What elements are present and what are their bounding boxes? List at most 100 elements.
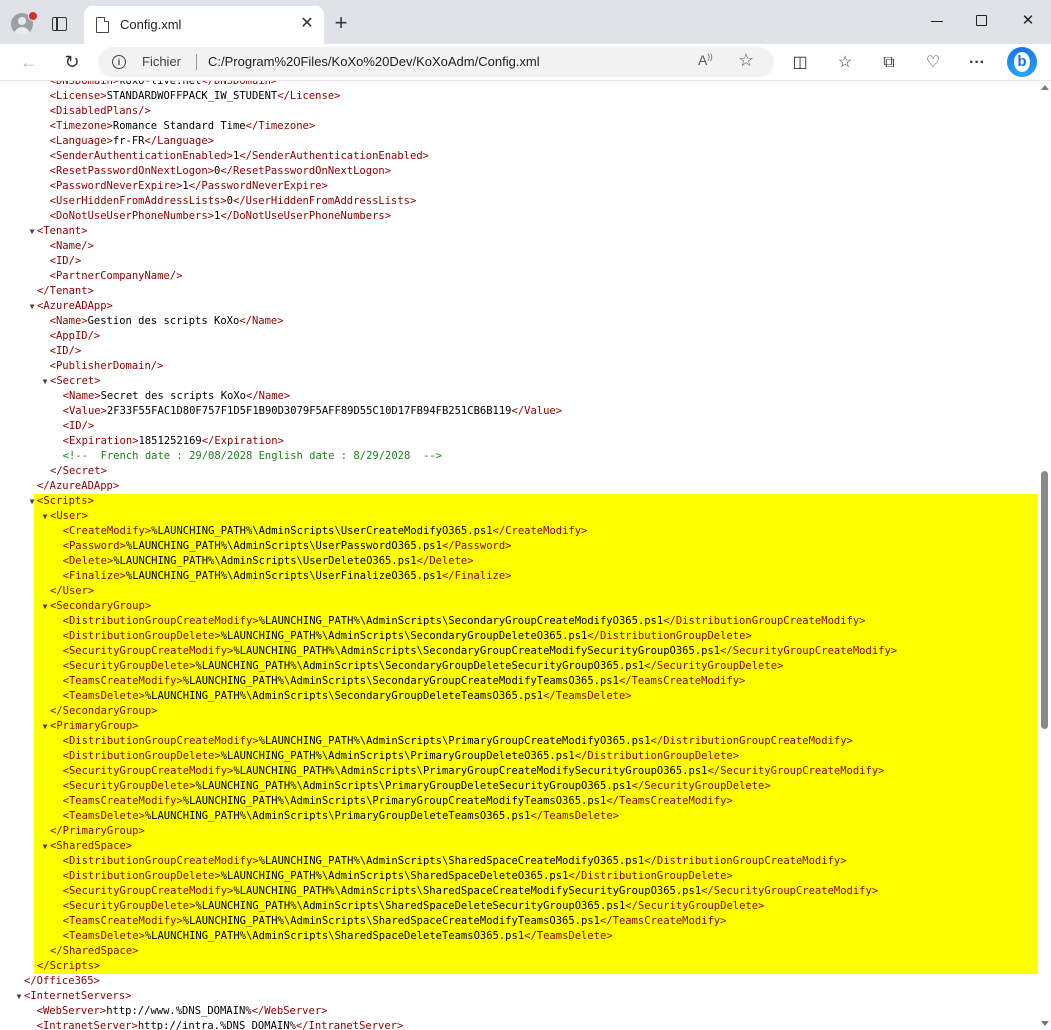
maximize-icon[interactable]	[967, 8, 997, 34]
xml-line: <WebServer>http://www.%DNS_DOMAIN%</WebS…	[0, 1004, 1036, 1019]
xml-line-text: <Value>2F33F55FAC1D80F757F1D5F1B90D3079F…	[62, 405, 563, 417]
xml-line-text: <SecurityGroupDelete>%LAUNCHING_PATH%\Ad…	[62, 900, 765, 912]
xml-line: ▼ <Secret>	[0, 374, 1036, 389]
xml-line-text: </AzureADApp>	[37, 480, 120, 492]
xml-line: <SecurityGroupCreateModify>%LAUNCHING_PA…	[0, 764, 1036, 779]
xml-line: </SecondaryGroup>	[0, 704, 1036, 719]
xml-line: <DisabledPlans/>	[0, 104, 1036, 119]
xml-line-text: <Language>fr-FR</Language>	[49, 135, 215, 147]
xml-line-text: <Expiration>1851252169</Expiration>	[62, 435, 284, 447]
notification-dot-icon	[28, 11, 38, 21]
address-bar[interactable]: i Fichier C:/Program%20Files/KoXo%20Dev/…	[98, 47, 774, 77]
xml-line-text: <DistributionGroupDelete>%LAUNCHING_PATH…	[62, 870, 733, 882]
xml-line: <ID/>	[0, 344, 1036, 359]
xml-line-text: <Name/>	[49, 240, 94, 252]
xml-line-text: <User>	[50, 510, 88, 522]
xml-line: <PartnerCompanyName/>	[0, 269, 1036, 284]
collapse-toggle-icon[interactable]: ▼	[40, 599, 50, 614]
collapse-toggle-icon[interactable]: ▼	[27, 224, 37, 239]
xml-line: <TeamsCreateModify>%LAUNCHING_PATH%\Admi…	[0, 794, 1036, 809]
add-favorite-star-icon[interactable]: ☆	[738, 50, 754, 71]
xml-line-text: <Password>%LAUNCHING_PATH%\AdminScripts\…	[62, 540, 512, 552]
collapse-toggle-icon[interactable]: ▼	[14, 989, 24, 1004]
xml-line-text: </User>	[50, 585, 95, 597]
collapse-toggle-icon[interactable]: ▼	[27, 494, 37, 509]
xml-line: <DoNotUseUserPhoneNumbers>1</DoNotUseUse…	[0, 209, 1036, 224]
xml-line: <SenderAuthenticationEnabled>1</SenderAu…	[0, 149, 1036, 164]
info-icon[interactable]: i	[112, 55, 126, 69]
vertical-scrollbar[interactable]	[1038, 81, 1051, 1030]
xml-line-text: </SharedSpace>	[50, 945, 139, 957]
xml-line: <Value>2F33F55FAC1D80F757F1D5F1B90D3079F…	[0, 404, 1036, 419]
collapse-toggle-icon[interactable]: ▼	[40, 839, 50, 854]
xml-line-text: </Office365>	[24, 975, 100, 987]
xml-line: ▼ <PrimaryGroup>	[0, 719, 1036, 734]
xml-line: <Name>Secret des scripts KoXo</Name>	[0, 389, 1036, 404]
more-options-icon[interactable]: ···	[966, 52, 988, 74]
xml-line-text: <TeamsCreateModify>%LAUNCHING_PATH%\Admi…	[62, 915, 727, 927]
xml-line-text: <DisabledPlans/>	[49, 105, 151, 117]
xml-line: <DistributionGroupDelete>%LAUNCHING_PATH…	[0, 629, 1036, 644]
bing-copilot-icon[interactable]	[1007, 47, 1037, 77]
xml-line-text: <PartnerCompanyName/>	[49, 270, 183, 282]
split-screen-icon[interactable]: ◫	[789, 52, 811, 74]
collapse-toggle-icon[interactable]: ▼	[40, 719, 50, 734]
xml-line: <Name/>	[0, 239, 1036, 254]
xml-line: <Expiration>1851252169</Expiration>	[0, 434, 1036, 449]
xml-line-text: <ResetPasswordOnNextLogon>0</ResetPasswo…	[49, 165, 392, 177]
favorites-icon[interactable]: ☆	[834, 52, 856, 74]
url-text[interactable]: C:/Program%20Files/KoXo%20Dev/KoXoAdm/Co…	[208, 54, 540, 69]
close-window-icon[interactable]: ✕	[1013, 8, 1043, 34]
xml-line-text: </Tenant>	[37, 285, 94, 297]
xml-line: </PrimaryGroup>	[0, 824, 1036, 839]
xml-line: <TeamsCreateModify>%LAUNCHING_PATH%\Admi…	[0, 674, 1036, 689]
xml-line: ▼ <Scripts>	[0, 494, 1036, 509]
xml-line-text: </Secret>	[50, 465, 107, 477]
browser-essentials-icon[interactable]: ♡	[922, 52, 944, 74]
xml-line: </SharedSpace>	[0, 944, 1036, 959]
new-tab-icon[interactable]: +	[330, 12, 352, 34]
xml-line: <ResetPasswordOnNextLogon>0</ResetPasswo…	[0, 164, 1036, 179]
collapse-toggle-icon[interactable]: ▼	[27, 299, 37, 314]
back-arrow-icon[interactable]: ←	[16, 49, 42, 75]
minimize-icon[interactable]	[923, 8, 953, 34]
xml-line: <SecurityGroupCreateModify>%LAUNCHING_PA…	[0, 884, 1036, 899]
collapse-toggle-icon[interactable]: ▼	[40, 509, 50, 524]
xml-line-text: <Timezone>Romance Standard Time</Timezon…	[49, 120, 316, 132]
xml-line: </User>	[0, 584, 1036, 599]
xml-line-text: <TeamsDelete>%LAUNCHING_PATH%\AdminScrip…	[62, 690, 632, 702]
xml-line-text: <SecurityGroupCreateModify>%LAUNCHING_PA…	[62, 885, 879, 897]
scroll-up-icon[interactable]	[1041, 85, 1049, 90]
xml-line: <TeamsDelete>%LAUNCHING_PATH%\AdminScrip…	[0, 929, 1036, 944]
xml-line-text: <PasswordNeverExpire>1</PasswordNeverExp…	[49, 180, 328, 192]
xml-line: <TeamsDelete>%LAUNCHING_PATH%\AdminScrip…	[0, 809, 1036, 824]
address-separator	[196, 54, 197, 70]
xml-line: ▼ <AzureADApp>	[0, 299, 1036, 314]
xml-line-text: <DNSDomain>koxo-live.net</DNSDomain>	[49, 81, 278, 87]
xml-line-text: <WebServer>http://www.%DNS_DOMAIN%</WebS…	[36, 1005, 328, 1017]
xml-line: <PublisherDomain/>	[0, 359, 1036, 374]
reload-icon[interactable]: ↻	[59, 49, 85, 75]
read-aloud-icon[interactable]: A))	[698, 52, 713, 68]
xml-line: <SecurityGroupDelete>%LAUNCHING_PATH%\Ad…	[0, 779, 1036, 794]
xml-line: <Name>Gestion des scripts KoXo</Name>	[0, 314, 1036, 329]
scroll-thumb[interactable]	[1041, 471, 1048, 729]
xml-line: <TeamsDelete>%LAUNCHING_PATH%\AdminScrip…	[0, 689, 1036, 704]
xml-line-text: <Name>Gestion des scripts KoXo</Name>	[49, 315, 284, 327]
xml-viewer: <DNSDomain>koxo-live.net</DNSDomain> <Li…	[0, 81, 1051, 1030]
xml-line-text: <CreateModify>%LAUNCHING_PATH%\AdminScri…	[62, 525, 588, 537]
collections-icon[interactable]: ⧉	[878, 52, 900, 74]
xml-line-text: <SenderAuthenticationEnabled>1</SenderAu…	[49, 150, 429, 162]
collapse-toggle-icon[interactable]: ▼	[40, 374, 50, 389]
close-tab-icon[interactable]: ✕	[299, 14, 315, 34]
tab-config-xml[interactable]: Config.xml ✕	[84, 6, 324, 44]
xml-line-text: <SecurityGroupDelete>%LAUNCHING_PATH%\Ad…	[62, 660, 784, 672]
xml-line: <ID/>	[0, 254, 1036, 269]
xml-line-text: <Secret>	[50, 375, 101, 387]
xml-line-text: <Finalize>%LAUNCHING_PATH%\AdminScripts\…	[62, 570, 512, 582]
xml-line: ▼ <User>	[0, 509, 1036, 524]
scroll-down-icon[interactable]	[1041, 1021, 1049, 1026]
tab-actions-icon[interactable]	[52, 17, 67, 31]
xml-line: <Language>fr-FR</Language>	[0, 134, 1036, 149]
xml-line-text: </Scripts>	[37, 960, 101, 972]
